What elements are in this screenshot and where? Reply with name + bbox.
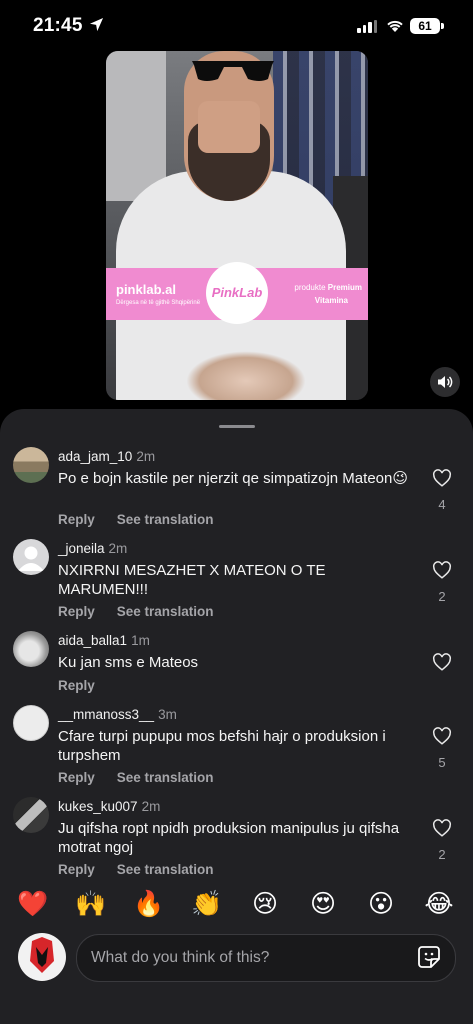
reaction-heart-eyes[interactable]: 😍 — [307, 890, 339, 918]
comment-text: Cfare turpi pupupu mos befshi hajr o pro… — [58, 728, 386, 764]
video-background — [106, 51, 166, 201]
video-person-face — [198, 101, 260, 153]
banner-brand: pinklab.al — [116, 282, 176, 297]
reaction-laughing[interactable]: 😂 — [423, 890, 455, 918]
status-time: 21:45 — [33, 15, 83, 36]
comment-meta: _joneila 2m — [58, 541, 127, 556]
sticker-icon[interactable] — [417, 945, 441, 969]
comment-actions: Reply — [58, 678, 117, 693]
comment-actions: Reply See translation — [58, 512, 236, 527]
banner-logo: PinkLab — [206, 262, 268, 324]
comment-age: 2m — [108, 541, 128, 556]
status-bar: 21:45 61 — [0, 0, 473, 50]
reaction-surprised[interactable]: 😮 — [365, 890, 397, 918]
sunglasses — [192, 61, 274, 81]
comment-age: 3m — [158, 707, 177, 722]
comment-username[interactable]: __mmanoss3__ — [58, 707, 154, 722]
reply-button[interactable]: Reply — [58, 862, 95, 877]
avatar[interactable] — [13, 539, 49, 575]
comment-actions: Reply See translation — [58, 862, 236, 877]
comment-username[interactable]: ada_jam_10 — [58, 449, 132, 464]
banner-promo-line1: produkte Premium — [294, 283, 362, 292]
comments-sheet: ada_jam_10 2m Po e bojn kastile per njerz… — [0, 409, 473, 1024]
signal-icon — [357, 20, 377, 33]
comment-text: Ku jan sms e Mateos — [58, 654, 199, 671]
promo-banner: pinklab.al Dërgesa në të gjithë Shqipëri… — [106, 262, 368, 324]
comment-meta: __mmanoss3__ 3m — [58, 707, 177, 722]
comment-text: Ju qifsha ropt npidh produksion manipulu… — [58, 820, 400, 856]
banner-tagline: Dërgesa në të gjithë Shqipërinë — [116, 300, 201, 306]
heart-icon[interactable] — [432, 727, 452, 745]
heart-icon[interactable] — [432, 561, 452, 579]
reaction-heart[interactable]: ❤️ — [17, 890, 49, 918]
comment-text: Po e bojn kastile per njerzit qe simpati… — [58, 470, 408, 487]
avatar[interactable] — [13, 797, 49, 833]
reaction-crying[interactable]: 😢 — [249, 890, 281, 918]
like-count: 2 — [438, 589, 446, 604]
quick-reactions-bar: ❤️ 🙌 🔥 👏 😢 😍 😮 😂 — [0, 886, 473, 922]
comment-age: 1m — [131, 633, 150, 648]
banner-promo-line2: Vitamina — [314, 296, 348, 305]
comment-meta: ada_jam_10 2m — [58, 449, 155, 464]
default-avatar-icon — [18, 546, 44, 571]
avatar[interactable] — [13, 705, 49, 741]
avatar-image — [30, 937, 54, 973]
comment-meta: aida_balla1 1m — [58, 633, 150, 648]
battery-icon: 61 — [410, 18, 440, 34]
location-arrow-icon — [89, 17, 104, 32]
like-count: 2 — [438, 847, 446, 862]
reply-button[interactable]: Reply — [58, 770, 95, 785]
comment-age: 2m — [136, 449, 156, 464]
comment-meta: kukes_ku007 2m — [58, 799, 160, 814]
comment-actions: Reply See translation — [58, 770, 236, 785]
heart-icon[interactable] — [432, 469, 452, 487]
avatar[interactable] — [13, 447, 49, 483]
speaker-icon — [438, 376, 453, 388]
comment-username[interactable]: _joneila — [58, 541, 105, 556]
comment-username[interactable]: kukes_ku007 — [58, 799, 138, 814]
reply-button[interactable]: Reply — [58, 604, 95, 619]
reaction-raised-hands[interactable]: 🙌 — [75, 890, 107, 918]
like-count: 5 — [438, 755, 446, 770]
see-translation-link[interactable]: See translation — [117, 862, 214, 877]
see-translation-link[interactable]: See translation — [117, 604, 214, 619]
comment-text: NXIRRNI MESAZHET X MATEON O TE MARUMEN!!… — [58, 562, 326, 598]
reaction-fire[interactable]: 🔥 — [133, 890, 165, 918]
reaction-clap[interactable]: 👏 — [191, 890, 223, 918]
comment-age: 2m — [141, 799, 161, 814]
comment-input-placeholder: What do you think of this? — [91, 949, 270, 966]
video-person-hands — [186, 351, 306, 400]
battery-tip — [441, 23, 444, 29]
like-count: 4 — [438, 497, 446, 512]
reply-button[interactable]: Reply — [58, 512, 95, 527]
reply-button[interactable]: Reply — [58, 678, 95, 693]
current-user-avatar[interactable] — [18, 933, 66, 981]
wifi-icon — [387, 20, 403, 32]
video-player[interactable]: pinklab.al Dërgesa në të gjithë Shqipëri… — [106, 51, 368, 400]
comment-actions: Reply See translation — [58, 604, 236, 619]
comment-username[interactable]: aida_balla1 — [58, 633, 127, 648]
heart-icon[interactable] — [432, 653, 452, 671]
comment-input[interactable]: What do you think of this? — [76, 934, 456, 982]
sound-toggle-button[interactable] — [430, 367, 460, 397]
avatar[interactable] — [13, 631, 49, 667]
see-translation-link[interactable]: See translation — [117, 770, 214, 785]
heart-icon[interactable] — [432, 819, 452, 837]
sheet-grabber[interactable] — [219, 425, 255, 428]
see-translation-link[interactable]: See translation — [117, 512, 214, 527]
